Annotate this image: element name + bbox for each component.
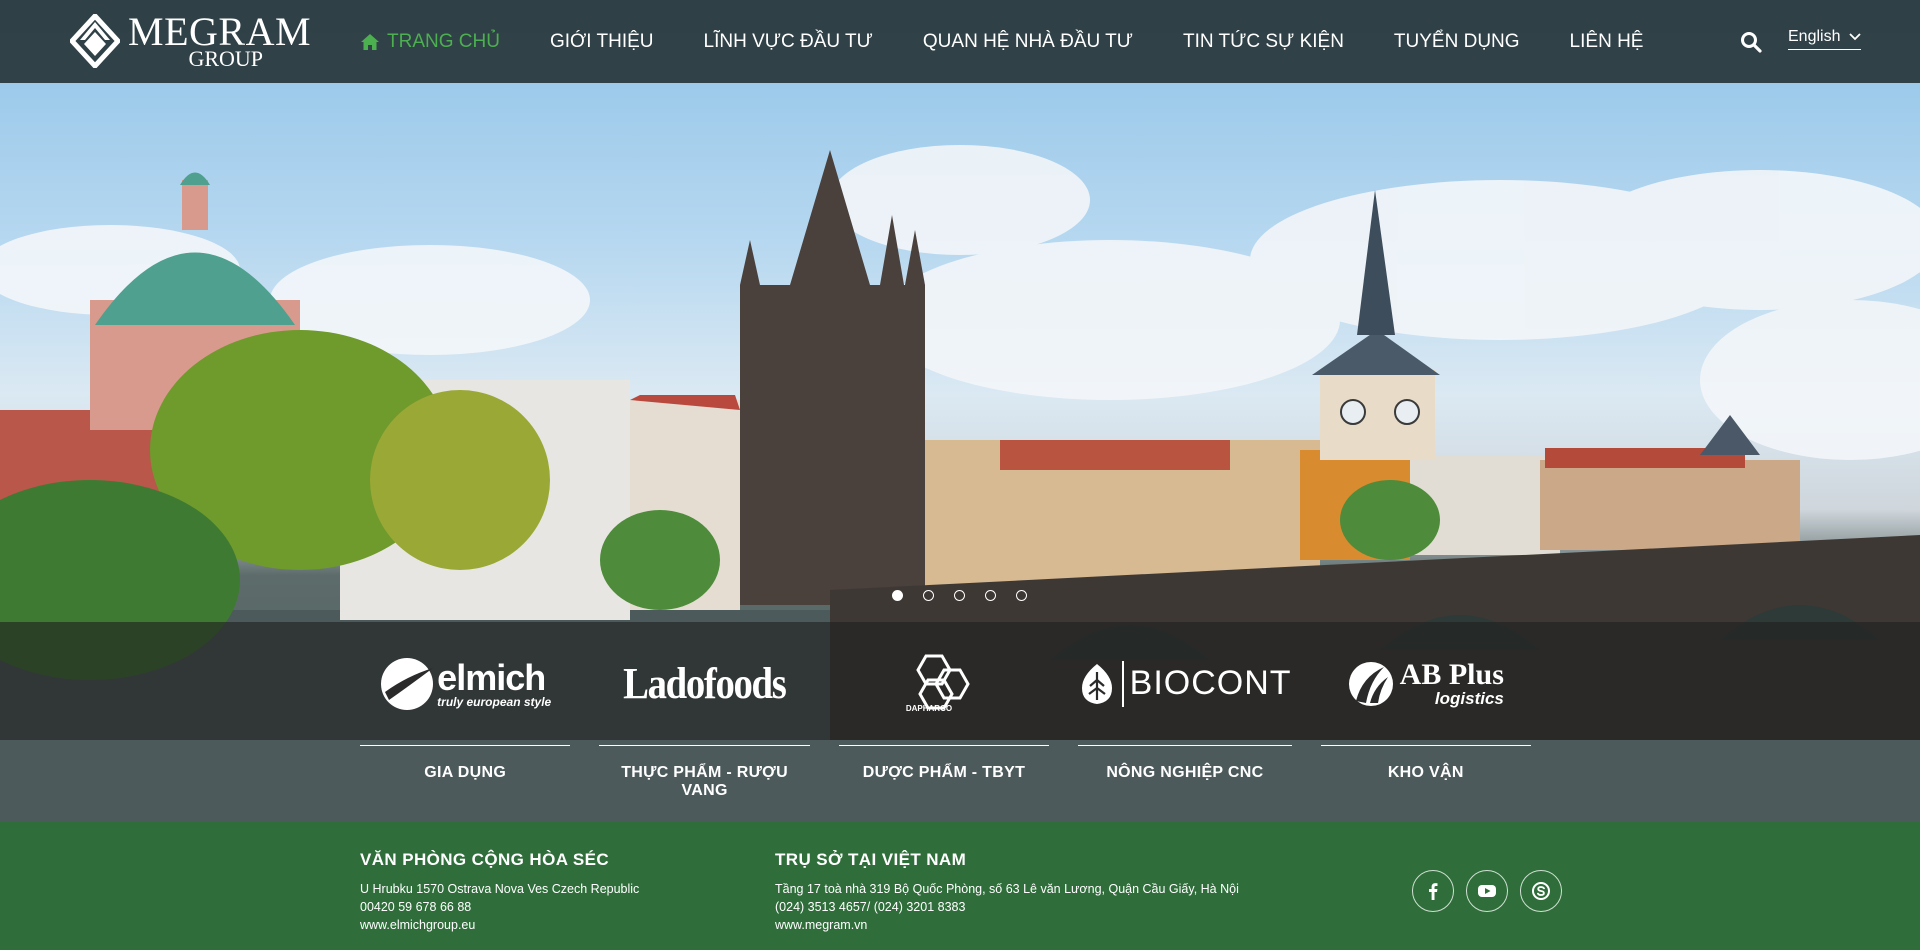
footer-office-vn: TRỤ SỞ TẠI VIỆT NAM Tầng 17 toà nhà 319 … — [775, 850, 1239, 934]
site-footer: VĂN PHÒNG CỘNG HÒA SÉC U Hrubku 1570 Ost… — [0, 822, 1920, 950]
biocont-divider — [1122, 660, 1124, 707]
footer-office-cz-phone: 00420 59 678 66 88 — [360, 900, 472, 914]
home-icon — [361, 33, 379, 50]
nav-item-investor-relations[interactable]: QUAN HỆ NHÀ ĐẦU TƯ — [923, 31, 1133, 53]
brand-tagline: truly european style — [437, 694, 552, 709]
brand-name: Ladofoods — [623, 659, 787, 708]
elmich-logo: elmich truly european style — [360, 622, 571, 746]
brand-category: KHO VẬN — [1387, 764, 1464, 781]
brand-category: NÔNG NGHIỆP CNC — [1106, 764, 1264, 781]
brand-ladofoods[interactable]: Ladofoods THỰC PHẨM - RƯỢU VANG — [599, 622, 810, 822]
main-nav: TRANG CHỦ GIỚI THIỆU LĨNH VỰC ĐẦU TƯ QUA… — [360, 0, 1693, 83]
megram-logo[interactable]: MEGRAM GROUP — [70, 12, 311, 70]
elmich-swoosh-icon — [381, 657, 434, 710]
skype-icon — [1532, 882, 1550, 900]
nav-label: LIÊN HỆ — [1569, 30, 1644, 52]
youtube-link[interactable] — [1466, 870, 1508, 912]
footer-office-cz-address: U Hrubku 1570 Ostrava Nova Ves Czech Rep… — [360, 882, 640, 896]
brand-biocont[interactable]: BIOCONT NÔNG NGHIỆP CNC — [1078, 622, 1292, 822]
brand-name: DAPHARCO — [905, 704, 953, 713]
nav-label: TUYỂN DỤNG — [1393, 30, 1520, 52]
footer-office-vn-phone: (024) 3513 4657/ (024) 3201 8383 — [775, 900, 966, 914]
nav-label: LĨNH VỰC ĐẦU TƯ — [703, 30, 873, 52]
footer-office-cz-website[interactable]: www.elmichgroup.eu — [360, 916, 639, 934]
nav-label: TIN TỨC SỰ KIỆN — [1183, 30, 1344, 52]
slider-dot-4[interactable] — [985, 590, 996, 601]
nav-item-about[interactable]: GIỚI THIỆU — [550, 31, 654, 53]
brand-name: BIOCONT — [1129, 664, 1292, 702]
slider-dot-2[interactable] — [923, 590, 934, 601]
nav-item-news-events[interactable]: TIN TỨC SỰ KIỆN — [1183, 31, 1344, 53]
brand-elmich[interactable]: elmich truly european style GIA DỤNG — [360, 622, 571, 822]
slider-dot-1[interactable] — [892, 590, 903, 601]
nav-item-investment-fields[interactable]: LĨNH VỰC ĐẦU TƯ — [704, 31, 873, 53]
social-links — [1412, 870, 1574, 912]
slider-dot-3[interactable] — [954, 590, 965, 601]
biocont-logo: BIOCONT — [1078, 622, 1292, 746]
brand-category: GIA DỤNG — [424, 764, 507, 781]
brand-tagline: logistics — [1434, 689, 1504, 708]
brand-category: THỰC PHẨM - RƯỢU VANG — [621, 764, 788, 799]
brand-category: DƯỢC PHẨM - TBYT — [862, 764, 1026, 781]
facebook-link[interactable] — [1412, 870, 1454, 912]
slider-dot-5[interactable] — [1016, 590, 1027, 601]
ladofoods-logo: Ladofoods — [599, 622, 810, 746]
brand-name: AB Plus — [1399, 658, 1504, 691]
footer-office-cz-title: VĂN PHÒNG CỘNG HÒA SÉC — [360, 850, 610, 869]
nav-label: GIỚI THIỆU — [549, 30, 654, 52]
biocont-leaf-icon — [1082, 663, 1113, 704]
slider-dots — [892, 590, 1047, 601]
nav-item-careers[interactable]: TUYỂN DỤNG — [1394, 31, 1520, 53]
search-icon[interactable] — [1740, 31, 1762, 53]
facebook-icon — [1429, 883, 1438, 900]
footer-office-cz: VĂN PHÒNG CỘNG HÒA SÉC U Hrubku 1570 Ost… — [360, 850, 639, 934]
footer-office-vn-title: TRỤ SỞ TẠI VIỆT NAM — [775, 850, 967, 869]
chevron-down-icon — [1849, 33, 1861, 41]
brand-dapharco[interactable]: DAPHARCO DƯỢC PHẨM - TBYT — [838, 622, 1050, 822]
dapharco-hexagon-icon — [916, 654, 970, 710]
youtube-icon — [1478, 885, 1496, 897]
nav-label: QUAN HỆ NHÀ ĐẦU TƯ — [922, 30, 1134, 52]
footer-office-vn-address: Tầng 17 toà nhà 319 Bộ Quốc Phòng, số 63… — [775, 882, 1239, 896]
language-label: English — [1788, 28, 1841, 45]
nav-item-home[interactable]: TRANG CHỦ — [360, 31, 500, 53]
nav-item-contact[interactable]: LIÊN HỆ — [1570, 31, 1644, 53]
megram-diamond-icon — [70, 14, 120, 68]
brand-name: elmich — [437, 656, 546, 698]
nav-label: TRANG CHỦ — [387, 30, 500, 52]
language-select[interactable]: English — [1788, 28, 1861, 50]
abplus-swirl-icon — [1348, 661, 1393, 706]
footer-office-vn-website[interactable]: www.megram.vn — [775, 916, 1239, 934]
abplus-logo: AB Plus logistics — [1320, 622, 1531, 746]
dapharco-logo: DAPHARCO — [838, 622, 1050, 746]
brand-list: elmich truly european style GIA DỤNG Lad… — [360, 622, 1560, 822]
brand-abplus[interactable]: AB Plus logistics KHO VẬN — [1320, 622, 1531, 822]
skype-link[interactable] — [1520, 870, 1562, 912]
site-header: MEGRAM GROUP TRANG CHỦ GIỚI THIỆU LĨNH V… — [0, 0, 1920, 83]
